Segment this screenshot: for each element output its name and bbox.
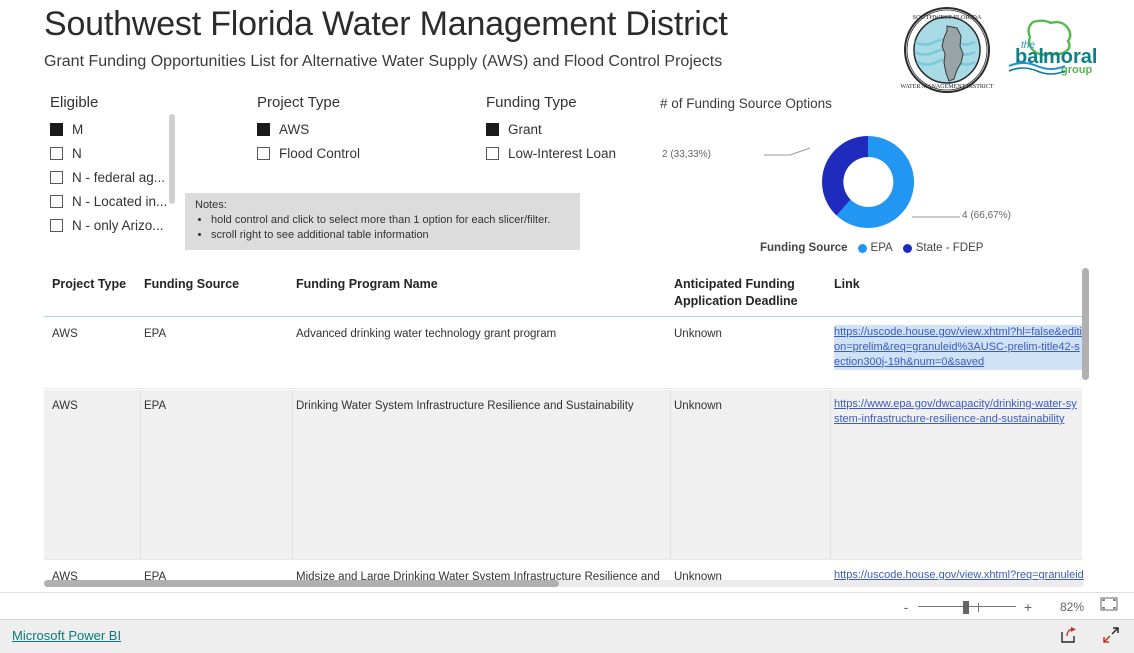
- checkbox-icon[interactable]: [50, 146, 63, 160]
- slicer-item-label: Flood Control: [279, 145, 361, 161]
- notes-title: Notes:: [195, 199, 227, 211]
- cell-project-type: AWS: [52, 328, 78, 340]
- slicer-eligible-title: Eligible: [50, 94, 99, 111]
- the-balmoral-group-logo: the bal moral group: [1007, 18, 1099, 76]
- slicer-eligible[interactable]: Eligible M N N - federal ag... N - Locat…: [50, 94, 175, 237]
- column-divider: [140, 390, 141, 560]
- legend-label: EPA: [870, 242, 893, 254]
- funding-source-donut-chart[interactable]: # of Funding Source Options 2 (33,33%) 4…: [660, 96, 1080, 264]
- column-divider: [670, 390, 671, 560]
- notes-item: scroll right to see additional table inf…: [211, 229, 570, 243]
- slicer-item-label: Low-Interest Loan: [508, 145, 617, 161]
- zoom-control[interactable]: - + 82%: [898, 593, 1118, 620]
- svg-text:WATER MANAGEMENT DISTRICT: WATER MANAGEMENT DISTRICT: [900, 84, 994, 90]
- cell-program-name: Advanced drinking water technology grant…: [296, 328, 557, 340]
- slicer-item-label: N - federal ag...: [72, 169, 166, 185]
- cell-link[interactable]: https://uscode.house.gov/view.xhtml?hl=f…: [834, 325, 1082, 370]
- fullscreen-icon[interactable]: [1102, 626, 1120, 649]
- legend-swatch-icon: [857, 243, 867, 253]
- checkbox-icon[interactable]: [257, 146, 270, 160]
- slicer-item-eligible-n-arizona[interactable]: N - only Arizo...: [50, 213, 175, 237]
- column-header-anticipated-deadline[interactable]: Anticipated Funding Application Deadline: [674, 276, 824, 310]
- row-divider: [44, 388, 1082, 389]
- checkbox-icon[interactable]: [50, 170, 63, 184]
- data-label-epa: 4 (66,67%): [962, 210, 1011, 221]
- report-canvas: Southwest Florida Water Management Distr…: [0, 0, 1134, 592]
- column-divider: [830, 390, 831, 560]
- slicer-item-eligible-n-federal[interactable]: N - federal ag...: [50, 165, 175, 189]
- legend-swatch-icon: [902, 243, 912, 253]
- column-header-project-type[interactable]: Project Type: [52, 276, 140, 293]
- cell-link[interactable]: https://www.epa.gov/dwcapacity/drinking-…: [834, 397, 1082, 427]
- slicer-item-label: N - only Arizo...: [72, 217, 164, 233]
- legend-item-epa[interactable]: EPA: [857, 242, 893, 254]
- checkbox-icon[interactable]: [257, 122, 270, 136]
- data-label-state-fdep: 2 (33,33%): [662, 149, 711, 160]
- slicer-scrollbar[interactable]: [169, 114, 175, 204]
- table-row[interactable]: AWS EPA Advanced drinking water technolo…: [44, 317, 1082, 389]
- row-divider: [44, 559, 1082, 560]
- zoom-slider[interactable]: [918, 600, 1016, 614]
- cell-deadline: Unknown: [674, 328, 722, 340]
- checkbox-icon[interactable]: [486, 122, 499, 136]
- slicer-item-label: Grant: [508, 121, 542, 137]
- legend-item-state-fdep[interactable]: State - FDEP: [902, 242, 984, 254]
- slicer-item-eligible-n[interactable]: N: [50, 141, 175, 165]
- slicer-item-funding-type-grant[interactable]: Grant: [486, 117, 676, 141]
- svg-text:bal: bal: [1015, 46, 1044, 68]
- slicer-item-eligible-m[interactable]: M: [50, 117, 175, 141]
- column-divider: [292, 390, 293, 560]
- zoom-slider-thumb[interactable]: [963, 600, 969, 614]
- notes-box: Notes: hold control and click to select …: [185, 193, 580, 250]
- page-subtitle: Grant Funding Opportunities List for Alt…: [44, 53, 723, 70]
- share-icon[interactable]: [1060, 626, 1078, 649]
- grant-opportunities-table[interactable]: Project Type Funding Source Funding Prog…: [44, 268, 1088, 588]
- slicer-item-funding-type-low-interest-loan[interactable]: Low-Interest Loan: [486, 141, 676, 165]
- legend-label: State - FDEP: [915, 242, 984, 254]
- zoom-out-button[interactable]: -: [898, 599, 914, 615]
- swfwmd-seal-logo: SOUTHWEST FLORIDA WATER MANAGEMENT DISTR…: [899, 6, 995, 94]
- slicer-project-type-title: Project Type: [257, 94, 341, 111]
- slicer-item-label: M: [72, 121, 84, 137]
- fit-to-page-icon[interactable]: [1100, 597, 1118, 616]
- cell-project-type: AWS: [52, 400, 78, 412]
- zoom-in-button[interactable]: +: [1020, 599, 1036, 615]
- slicer-item-eligible-n-located[interactable]: N - Located in...: [50, 189, 175, 213]
- chart-legend[interactable]: Funding Source EPA State - FDEP: [760, 242, 993, 254]
- table-row[interactable]: AWS EPA Drinking Water System Infrastruc…: [44, 390, 1082, 560]
- slicer-funding-type-title: Funding Type: [486, 94, 577, 111]
- zoom-slider-tick: [978, 602, 979, 612]
- slicer-item-project-type-flood-control[interactable]: Flood Control: [257, 141, 427, 165]
- cell-program-name: Drinking Water System Infrastructure Res…: [296, 400, 634, 412]
- table-vertical-scrollbar[interactable]: [1082, 268, 1089, 380]
- slicer-item-label: N: [72, 145, 82, 161]
- page-title: Southwest Florida Water Management Distr…: [44, 5, 728, 43]
- slicer-project-type[interactable]: Project Type AWS Flood Control: [257, 94, 427, 165]
- slicer-item-project-type-aws[interactable]: AWS: [257, 117, 427, 141]
- slicer-item-label: N - Located in...: [72, 193, 168, 209]
- footer-bar: Microsoft Power BI: [0, 619, 1134, 653]
- checkbox-icon[interactable]: [50, 218, 63, 232]
- legend-title: Funding Source: [760, 242, 848, 254]
- cell-deadline: Unknown: [674, 400, 722, 412]
- notes-item: hold control and click to select more th…: [211, 214, 570, 228]
- donut-plot-area: 2 (33,33%) 4 (66,67%): [660, 122, 1080, 242]
- svg-text:group: group: [1061, 64, 1092, 76]
- checkbox-icon[interactable]: [50, 122, 63, 136]
- microsoft-power-bi-link[interactable]: Microsoft Power BI: [12, 628, 121, 643]
- checkbox-icon[interactable]: [486, 146, 499, 160]
- column-header-link[interactable]: Link: [834, 276, 1082, 293]
- slicer-item-label: AWS: [279, 121, 310, 137]
- status-bar: - + 82%: [0, 592, 1134, 620]
- zoom-level-label: 82%: [1059, 599, 1084, 614]
- chart-title: # of Funding Source Options: [660, 96, 832, 111]
- table-horizontal-scrollbar[interactable]: [44, 580, 559, 587]
- svg-text:SOUTHWEST FLORIDA: SOUTHWEST FLORIDA: [912, 14, 981, 21]
- slicer-funding-type[interactable]: Funding Type Grant Low-Interest Loan: [486, 94, 676, 165]
- checkbox-icon[interactable]: [50, 194, 63, 208]
- column-header-funding-program-name[interactable]: Funding Program Name: [296, 276, 656, 293]
- table-header-row: Project Type Funding Source Funding Prog…: [44, 268, 1088, 317]
